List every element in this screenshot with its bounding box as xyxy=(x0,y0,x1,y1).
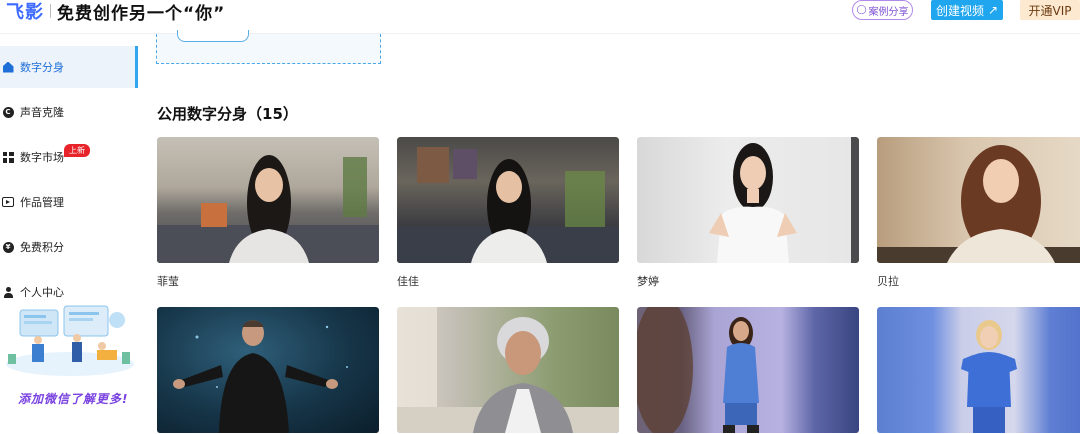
avatar-card[interactable]: 梦婷 xyxy=(637,137,859,297)
case-share-label: 案例分享 xyxy=(868,6,909,18)
avatar-card[interactable] xyxy=(637,307,859,434)
avatar-card[interactable]: 贝拉 xyxy=(877,137,1080,297)
upload-button[interactable] xyxy=(177,30,249,42)
logo-slogan: 免费创作另一个“你” xyxy=(57,3,226,24)
sidebar-item-label: 个人中心 xyxy=(20,286,64,299)
vip-label: 开通VIP xyxy=(1028,3,1072,18)
logo-mark: 飞影 xyxy=(6,2,44,23)
sidebar-item-label: 免费积分 xyxy=(20,241,64,254)
avatar-thumbnail[interactable] xyxy=(157,137,379,263)
create-video-label: 创建视频 xyxy=(935,3,984,18)
avatar-name: 贝拉 xyxy=(877,275,899,288)
avatar-thumbnail[interactable] xyxy=(637,307,859,433)
avatar-thumbnail[interactable] xyxy=(157,307,379,433)
avatar-name: 菲莹 xyxy=(157,275,179,288)
sidebar-item-free-points[interactable]: ¥ 免费积分 xyxy=(0,226,138,268)
avatar-thumbnail[interactable] xyxy=(877,307,1080,433)
sidebar-item-voice-clone[interactable]: C 声音克隆 xyxy=(0,91,138,133)
avatar-card[interactable] xyxy=(397,307,619,434)
avatar-thumbnail[interactable] xyxy=(397,137,619,263)
avatar-thumbnail[interactable] xyxy=(877,137,1080,263)
user-icon xyxy=(2,286,14,298)
avatar-thumbnail[interactable] xyxy=(637,137,859,263)
location-pin-icon: ◯ xyxy=(856,5,867,15)
vip-button[interactable]: 开通VIP xyxy=(1020,0,1080,20)
sidebar-item-label: 数字市场 xyxy=(20,151,64,164)
avatar-thumbnail[interactable] xyxy=(397,307,619,433)
avatar-card[interactable]: 佳佳 xyxy=(397,137,619,297)
avatar-card[interactable]: 菲莹 xyxy=(157,137,379,297)
upload-area[interactable] xyxy=(156,30,381,64)
copyright-circle-icon: C xyxy=(2,106,14,118)
grid-icon xyxy=(2,151,14,163)
case-share-button[interactable]: ◯ 案例分享 xyxy=(852,0,913,20)
sidebar-item-label: 数字分身 xyxy=(20,61,64,74)
sidebar-item-digital-market[interactable]: 数字市场 上新 xyxy=(0,136,138,178)
top-header: 飞影 免费创作另一个“你” ◯ 案例分享 创建视频 ↗ 开通VIP xyxy=(0,0,1080,34)
yen-circle-icon: ¥ xyxy=(2,241,14,253)
sidebar-item-digital-avatar[interactable]: 数字分身 xyxy=(0,46,138,88)
avatar-card[interactable] xyxy=(877,307,1080,434)
logo[interactable]: 飞影 免费创作另一个“你” xyxy=(6,0,226,24)
avatar-card[interactable] xyxy=(157,307,379,434)
avatar-name: 佳佳 xyxy=(397,275,419,288)
new-badge: 上新 xyxy=(64,144,90,157)
sidebar-item-label: 作品管理 xyxy=(20,196,64,209)
promo-text[interactable]: 添加微信了解更多! xyxy=(18,390,128,407)
sidebar-item-label: 声音克隆 xyxy=(20,106,64,119)
avatar-name: 梦婷 xyxy=(637,275,659,288)
logo-divider xyxy=(50,4,51,18)
play-icon xyxy=(2,196,14,208)
section-title: 公用数字分身（15） xyxy=(157,105,298,123)
promo-illustration[interactable] xyxy=(2,302,138,378)
sidebar-item-works[interactable]: 作品管理 xyxy=(0,181,138,223)
arrow-up-right-icon: ↗ xyxy=(987,3,999,17)
create-video-button[interactable]: 创建视频 ↗ xyxy=(931,0,1003,20)
home-icon xyxy=(2,61,14,73)
